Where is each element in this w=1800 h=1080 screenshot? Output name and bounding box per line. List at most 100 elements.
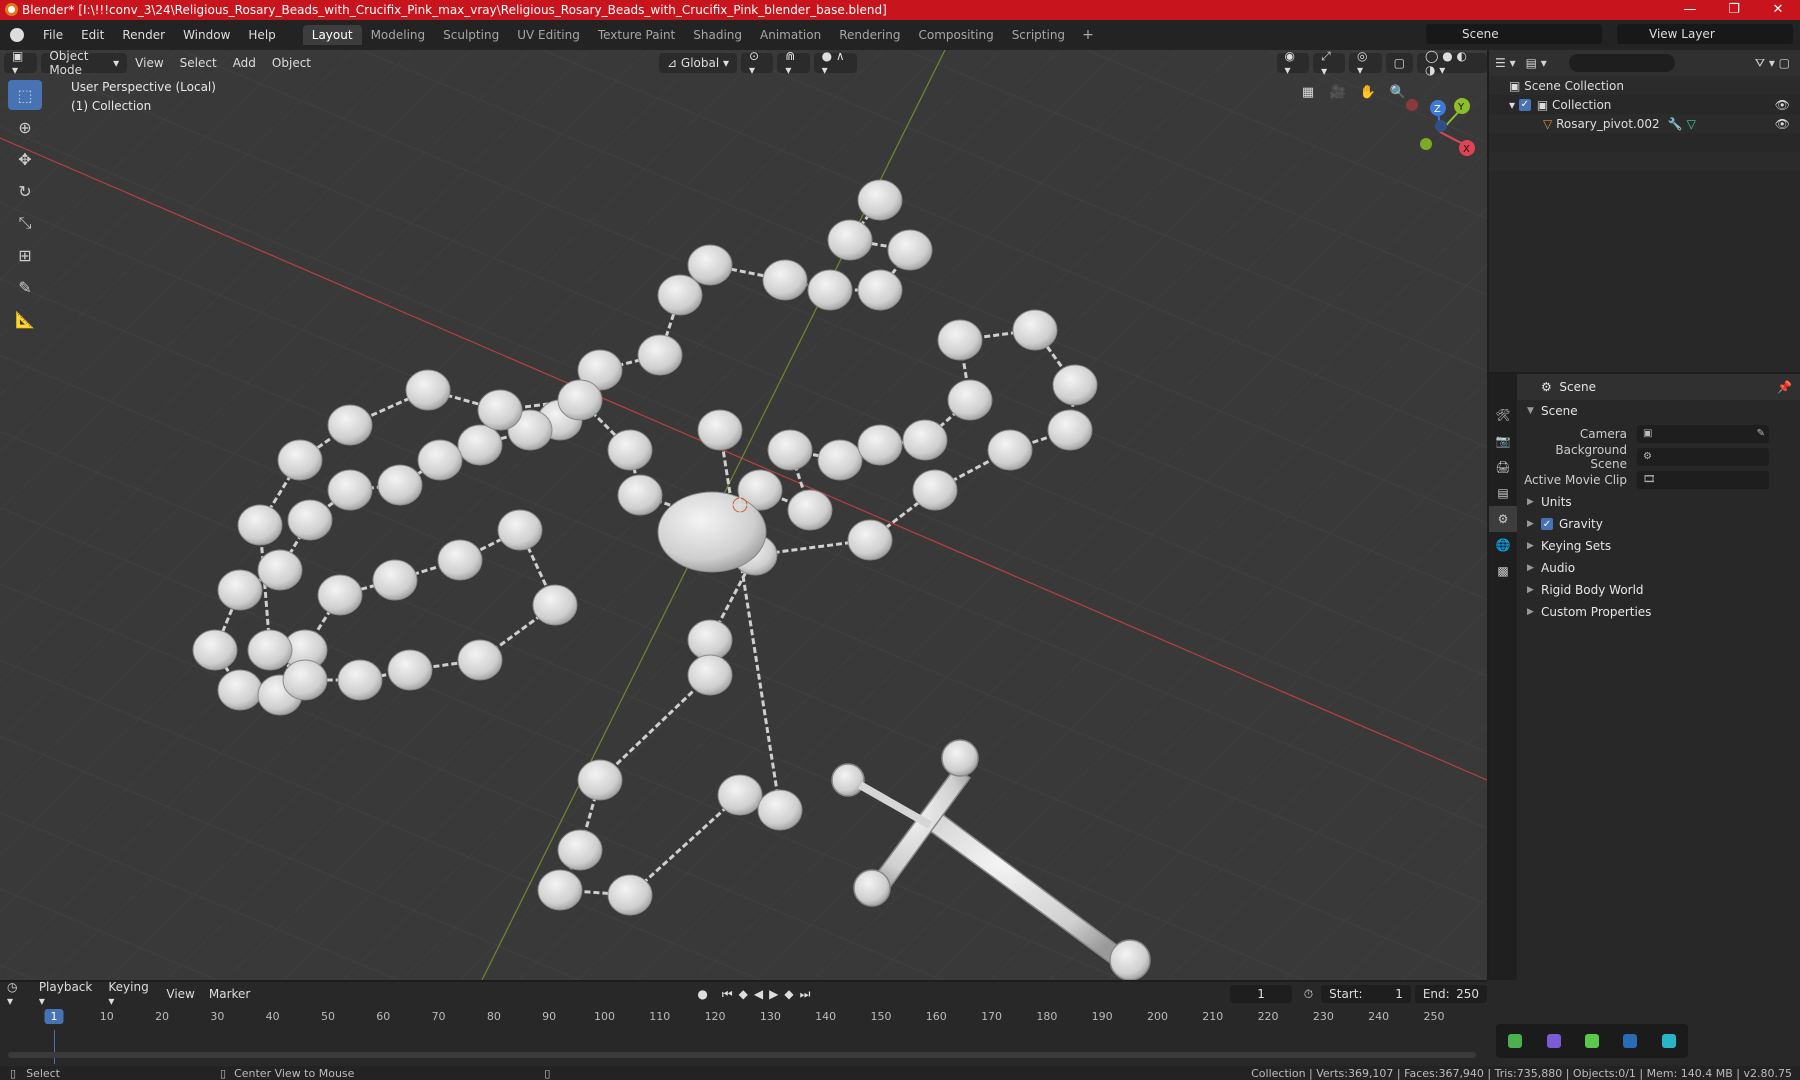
add-workspace-icon[interactable]: +: [1074, 27, 1102, 43]
collection-checkbox[interactable]: ✓: [1518, 98, 1531, 111]
camera-picker[interactable]: ▣ ✎: [1637, 424, 1769, 443]
overlays-button[interactable]: ◎ ▾: [1349, 50, 1382, 77]
world-tab-icon[interactable]: 🌐: [1489, 532, 1517, 558]
toggle-ortho-icon[interactable]: ▦: [1296, 80, 1320, 104]
menu-help[interactable]: Help: [239, 28, 284, 42]
prev-keyframe-icon[interactable]: ◆: [739, 987, 748, 1001]
maximize-button[interactable]: ❐: [1712, 0, 1756, 20]
next-keyframe-icon[interactable]: ◆: [784, 987, 793, 1001]
outliner-item-scene-collection[interactable]: ▣ Scene Collection: [1489, 76, 1800, 95]
xray-button[interactable]: ▢: [1385, 53, 1413, 73]
tab-scripting[interactable]: Scripting: [1003, 25, 1074, 45]
scene-tab-icon[interactable]: ⚙: [1489, 506, 1517, 532]
transform-tool-icon[interactable]: ⊞: [8, 240, 42, 270]
texture-tab-icon[interactable]: ▩: [1489, 558, 1517, 584]
audio-panel[interactable]: ▶ Audio: [1517, 557, 1800, 579]
stopwatch-icon[interactable]: ⏱: [1304, 987, 1313, 1002]
jump-start-icon[interactable]: ⏮: [722, 987, 733, 1002]
outliner-search-input[interactable]: [1568, 54, 1675, 72]
outliner-editor-type-icon[interactable]: ☰ ▾: [1495, 56, 1516, 70]
menu-render[interactable]: Render: [113, 28, 174, 42]
gravity-panel[interactable]: ▶ ✓ Gravity: [1517, 513, 1800, 535]
jump-end-icon[interactable]: ⏭: [800, 987, 811, 1002]
viewport-menu-view[interactable]: View: [127, 56, 171, 70]
object-mode-dropdown[interactable]: Object Mode ▾: [41, 50, 128, 77]
play-reverse-icon[interactable]: ◀: [754, 987, 763, 1001]
start-frame-field[interactable]: Start: 1: [1321, 985, 1411, 1003]
annotate-tool-icon[interactable]: ✎: [8, 272, 42, 302]
playback-menu[interactable]: Playback ▾: [32, 980, 102, 1008]
editor-type-button[interactable]: ▣ ▾: [4, 50, 38, 77]
tab-layout[interactable]: Layout: [302, 25, 362, 45]
view-layer-tab-icon[interactable]: ▤: [1489, 480, 1517, 506]
app-tray-icon[interactable]: [1546, 1034, 1561, 1048]
render-tab-icon[interactable]: 📷: [1489, 428, 1517, 454]
playhead-line[interactable]: [54, 1030, 55, 1064]
background-scene-picker[interactable]: ⚙: [1637, 447, 1769, 466]
rotate-tool-icon[interactable]: ↻: [8, 176, 42, 206]
timeline-view-menu[interactable]: View: [159, 987, 201, 1001]
zoom-view-icon[interactable]: 🔍: [1386, 80, 1410, 104]
snap-button[interactable]: ⋒ ▾: [777, 50, 810, 77]
shading-modes[interactable]: ◯ ● ◐ ◑ ▾: [1416, 50, 1487, 77]
tab-compositing[interactable]: Compositing: [909, 25, 1002, 45]
scale-tool-icon[interactable]: ⤡: [8, 208, 42, 238]
eye-icon[interactable]: 👁: [1775, 117, 1790, 131]
output-tab-icon[interactable]: 🖨: [1489, 454, 1517, 480]
tab-uv-editing[interactable]: UV Editing: [508, 25, 589, 45]
tab-animation[interactable]: Animation: [751, 25, 830, 45]
network-tray-icon[interactable]: [1661, 1034, 1676, 1048]
pivot-point-button[interactable]: ⊙ ▾: [741, 50, 774, 77]
menu-window[interactable]: Window: [174, 28, 239, 42]
display-mode-icon[interactable]: ▤ ▾: [1526, 56, 1547, 70]
keying-menu[interactable]: Keying ▾: [101, 980, 159, 1008]
units-panel[interactable]: ▶ Units: [1517, 491, 1800, 513]
select-box-tool-icon[interactable]: ⬚: [8, 80, 42, 110]
tab-rendering[interactable]: Rendering: [830, 25, 909, 45]
gravity-checkbox[interactable]: ✓: [1541, 518, 1553, 530]
timeline-scrollbar[interactable]: [8, 1052, 1476, 1058]
measure-tool-icon[interactable]: 📐: [8, 304, 42, 334]
movie-clip-picker[interactable]: 🎞: [1637, 470, 1769, 489]
menu-file[interactable]: File: [34, 28, 72, 42]
steam-tray-icon[interactable]: [1623, 1034, 1638, 1048]
move-tool-icon[interactable]: ✥: [8, 144, 42, 174]
outliner-item-rosary[interactable]: ▽ Rosary_pivot.002 🔧 ▽ 👁: [1489, 114, 1800, 133]
viewport-menu-object[interactable]: Object: [264, 56, 319, 70]
visibility-button[interactable]: ◉ ▾: [1276, 50, 1310, 77]
eye-icon[interactable]: 👁: [1775, 98, 1790, 112]
tool-tab-icon[interactable]: 🛠: [1489, 402, 1517, 428]
scene-selector[interactable]: Scene: [1426, 24, 1602, 44]
security-tray-icon[interactable]: [1584, 1034, 1599, 1048]
scene-panel-header[interactable]: ▼ Scene: [1517, 400, 1800, 422]
viewport-menu-select[interactable]: Select: [172, 56, 225, 70]
cursor-tool-icon[interactable]: ⊕: [8, 112, 42, 142]
transform-orientation-dropdown[interactable]: ⊿ Global ▾: [659, 53, 738, 73]
blender-menu-icon[interactable]: [10, 28, 24, 42]
view-layer-selector[interactable]: View Layer: [1617, 24, 1793, 44]
gizmo-toggle-button[interactable]: ⤢ ▾: [1313, 50, 1346, 78]
rigid-body-world-panel[interactable]: ▶ Rigid Body World: [1517, 579, 1800, 601]
3d-viewport[interactable]: Y X Z ▣ ▾ Object Mode ▾ View Select Add …: [0, 50, 1487, 980]
nvidia-tray-icon[interactable]: [1508, 1034, 1523, 1048]
tab-texture-paint[interactable]: Texture Paint: [589, 25, 684, 45]
pin-icon[interactable]: 📌: [1777, 380, 1792, 394]
marker-menu[interactable]: Marker: [202, 987, 257, 1001]
play-icon[interactable]: ▶: [769, 987, 778, 1001]
expand-arrow-icon[interactable]: ▾: [1509, 98, 1515, 112]
pan-view-icon[interactable]: ✋: [1356, 80, 1380, 104]
record-button[interactable]: ●: [697, 987, 707, 1001]
camera-view-icon[interactable]: 🎥: [1326, 80, 1350, 104]
viewport-menu-add[interactable]: Add: [225, 56, 264, 70]
timeline-editor-type-icon[interactable]: ◷ ▾: [0, 980, 32, 1008]
proportional-edit-button[interactable]: ● ∧ ▾: [813, 50, 857, 77]
outliner-item-collection[interactable]: ▾ ✓ ▣ Collection 👁: [1489, 95, 1800, 114]
tab-shading[interactable]: Shading: [684, 25, 751, 45]
minimize-button[interactable]: —: [1668, 0, 1712, 20]
current-frame-field[interactable]: 1: [1230, 985, 1292, 1003]
keying-sets-panel[interactable]: ▶ Keying Sets: [1517, 535, 1800, 557]
menu-edit[interactable]: Edit: [72, 28, 113, 42]
tab-modeling[interactable]: Modeling: [362, 25, 435, 45]
end-frame-field[interactable]: End: 250: [1414, 985, 1487, 1003]
custom-properties-panel[interactable]: ▶ Custom Properties: [1517, 601, 1800, 623]
